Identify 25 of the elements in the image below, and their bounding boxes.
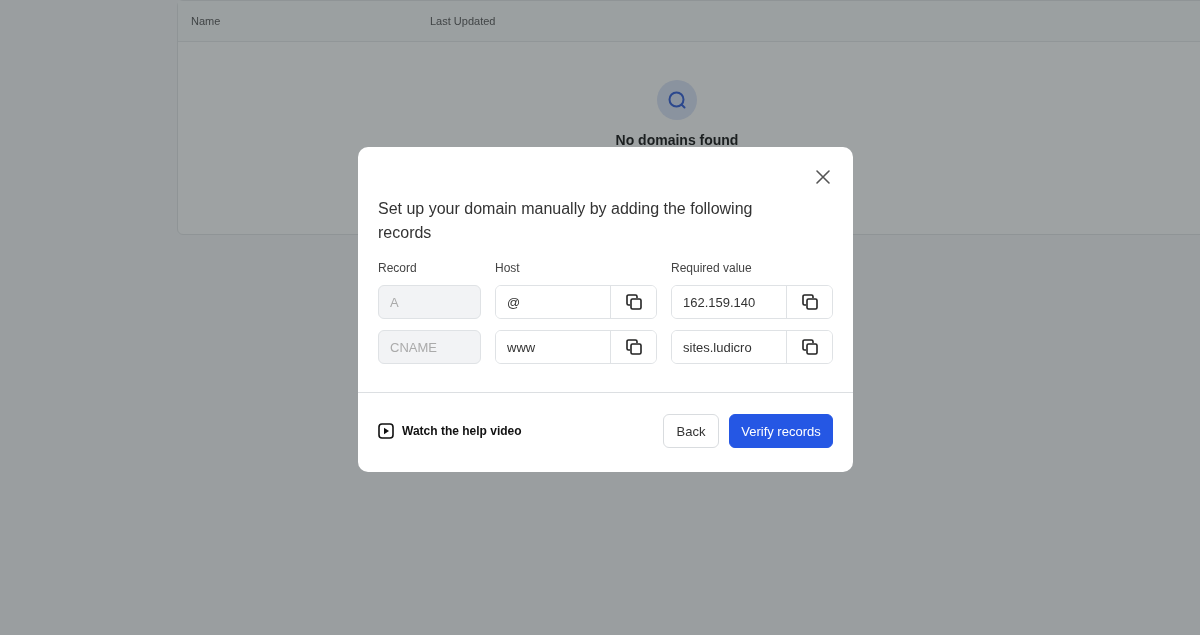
close-icon[interactable]	[815, 169, 831, 185]
column-header: Name	[190, 15, 222, 27]
help-video-link[interactable]: Watch the help video	[378, 423, 522, 439]
required-value-field[interactable]: 162.159.140	[671, 285, 833, 319]
copy-button[interactable]	[786, 286, 832, 318]
copy-icon	[799, 292, 820, 312]
empty-state-title: No domains found	[615, 132, 739, 148]
dialog-title: Set up your domain manually by adding the following records	[378, 199, 754, 243]
copy-icon	[799, 337, 820, 357]
verify-button[interactable]: Verify records	[729, 414, 833, 448]
host-field[interactable]: @	[495, 285, 657, 319]
column-label: Required value	[671, 261, 753, 275]
search-icon	[657, 80, 697, 120]
copy-button[interactable]	[786, 331, 832, 363]
copy-icon	[623, 337, 644, 357]
column-header: Last Updated	[430, 15, 496, 27]
host-field[interactable]: www	[495, 330, 657, 364]
copy-icon	[623, 292, 644, 312]
back-button[interactable]: Back	[663, 414, 719, 448]
copy-button[interactable]	[610, 331, 656, 363]
column-label: Record	[378, 261, 418, 275]
play-icon	[378, 423, 394, 439]
column-label: Host	[495, 261, 521, 275]
copy-button[interactable]	[610, 286, 656, 318]
required-value-field[interactable]: sites.ludicro	[671, 330, 833, 364]
